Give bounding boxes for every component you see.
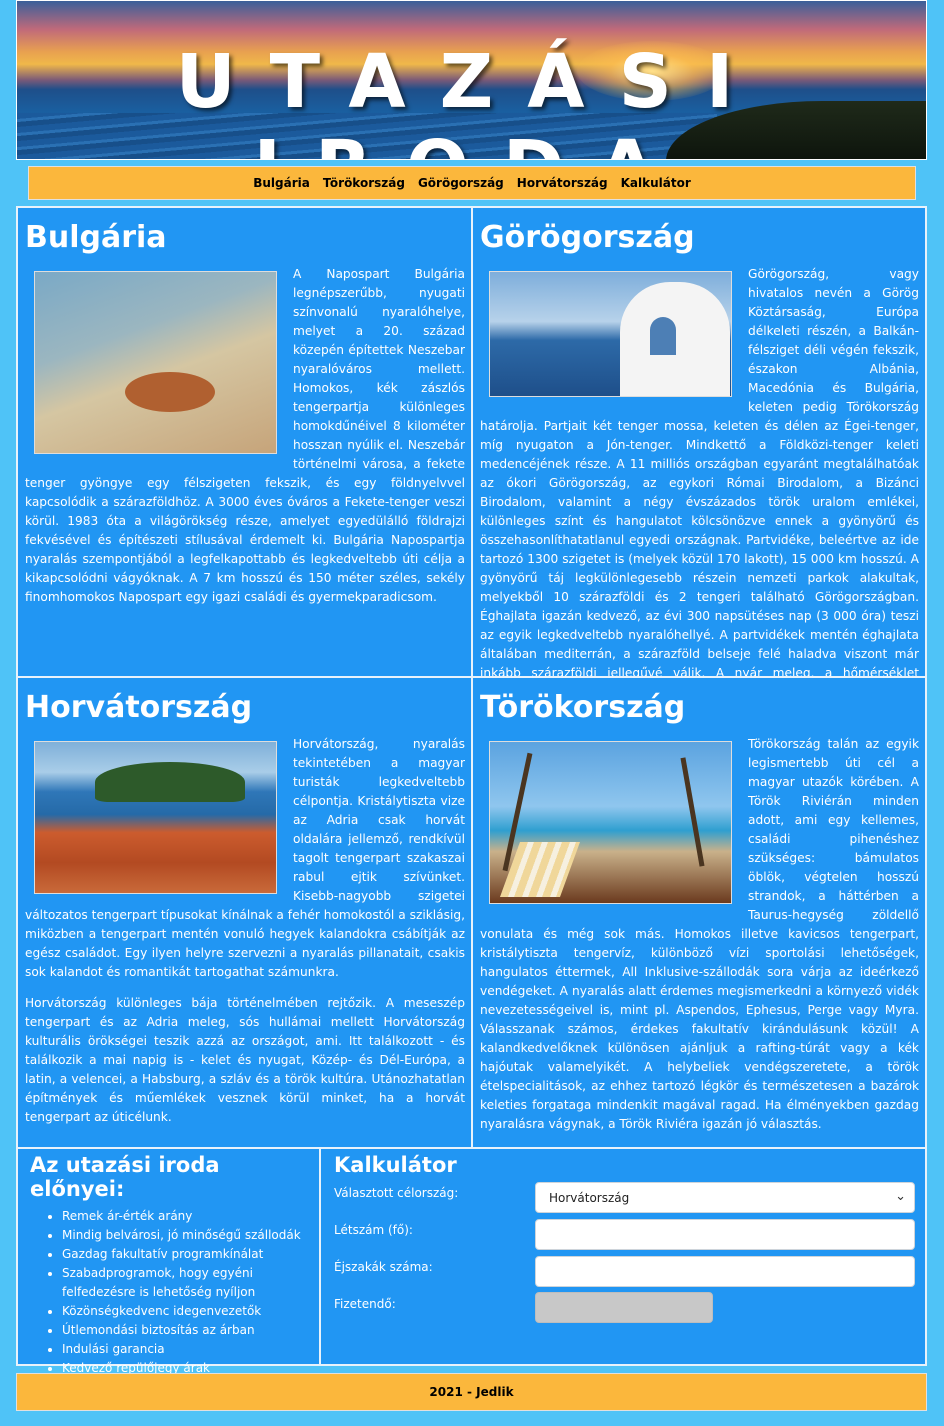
calculator-title: Kalkulátor [334, 1153, 457, 1177]
nights-input[interactable] [535, 1256, 915, 1287]
nav-link-croatia[interactable]: Horvátország [517, 176, 608, 190]
section-greece: Görögország Görögország, vagy hivatalos … [471, 206, 927, 699]
list-item: Szabadprogramok, hogy egyéni felfedezésr… [62, 1264, 311, 1302]
total-output [535, 1292, 713, 1323]
calculator-panel: Kalkulátor Választott célország: Horváto… [319, 1147, 927, 1366]
footer: 2021 - Jedlik [16, 1373, 927, 1411]
nav-link-greece[interactable]: Görögország [418, 176, 504, 190]
section-bulgaria: Bulgária A Napospart Bulgária legnépszer… [16, 206, 473, 678]
section-title: Horvátország [25, 690, 253, 725]
people-label: Létszám (fő): [334, 1223, 413, 1237]
header-banner: UTAZÁSI IRODA [16, 0, 927, 160]
section-text: Horvátország különleges bája történelméb… [25, 996, 465, 1124]
list-item: Mindig belvárosi, jó minőségű szállodák [62, 1226, 311, 1245]
destination-value: Horvátország [549, 1191, 630, 1205]
nav-link-turkey[interactable]: Törökország [323, 176, 405, 190]
site-title: UTAZÁSI IRODA [175, 39, 768, 159]
destination-label: Választott célország: [334, 1186, 459, 1200]
croatia-town-image [34, 741, 277, 894]
list-item: Közönségkedvenc idegenvezetők [62, 1302, 311, 1321]
benefits-title: Az utazási iroda előnyei: [30, 1153, 220, 1201]
people-input[interactable] [535, 1219, 915, 1250]
bulgaria-beach-image [34, 271, 277, 454]
nav-link-calculator[interactable]: Kalkulátor [621, 176, 691, 190]
list-item: Útlemondási biztosítás az árban [62, 1321, 311, 1340]
section-title: Bulgária [25, 220, 167, 255]
list-item: Indulási garancia [62, 1340, 311, 1359]
nav-link-bulgaria[interactable]: Bulgária [253, 176, 310, 190]
chevron-down-icon: ⌄ [895, 1189, 906, 1204]
section-title: Törökország [480, 690, 686, 725]
benefits-panel: Az utazási iroda előnyei: Remek ár-érték… [16, 1147, 321, 1375]
footer-text: 2021 - Jedlik [429, 1385, 514, 1399]
section-turkey: Törökország Törökország talán az egyik l… [471, 676, 927, 1149]
nights-label: Éjszakák száma: [334, 1260, 433, 1274]
list-item: Remek ár-érték arány [62, 1207, 311, 1226]
section-croatia: Horvátország Horvátország, nyaralás teki… [16, 676, 473, 1149]
total-label: Fizetendő: [334, 1297, 396, 1311]
main-nav: Bulgária Törökország Görögország Horváto… [28, 166, 916, 200]
list-item: Gazdag fakultatív programkínálat [62, 1245, 311, 1264]
turkey-resort-image [489, 741, 732, 904]
benefits-list: Remek ár-érték arány Mindig belvárosi, j… [62, 1207, 319, 1378]
destination-select[interactable]: Horvátország ⌄ [535, 1182, 915, 1213]
greece-church-image [489, 271, 732, 397]
section-title: Görögország [480, 220, 695, 255]
